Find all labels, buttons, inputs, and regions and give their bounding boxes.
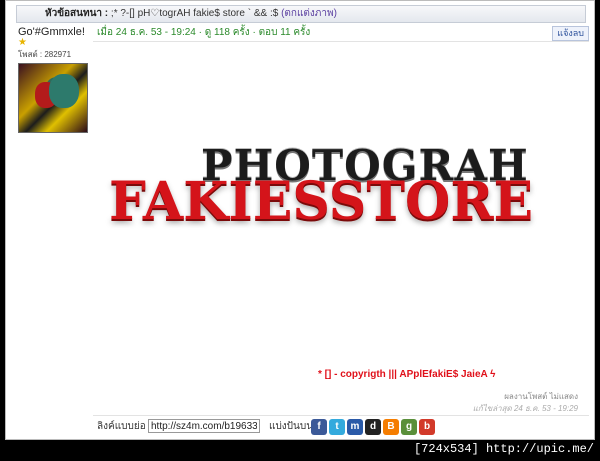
twitter-icon[interactable]: t — [329, 419, 345, 435]
topic-bar: หัวข้อสนทนา : ;* ?-[] pH♡togrAH fakie$ s… — [16, 5, 586, 23]
author-panel: Go'#Gmmxle! ★ โพสต์ : 282971 — [18, 26, 93, 133]
post-meta: เมื่อ 24 ธ.ค. 53 - 19:24 · ดู 118 ครั้ง … — [97, 27, 311, 38]
signature-meta-line2: แก้ไขล่าสุด 24 ธ.ค. 53 - 19:29 — [472, 404, 578, 413]
short-link-input[interactable] — [148, 419, 260, 433]
topic-title: ;* ?-[] pH♡togrAH fakie$ store ` && :$ — [110, 8, 279, 19]
facebook-icon[interactable]: f — [311, 419, 327, 435]
share-label: แบ่งปันบน — [269, 421, 314, 432]
myspace-icon[interactable]: m — [347, 419, 363, 435]
author-name[interactable]: Go'#Gmmxle! — [18, 26, 93, 38]
short-link-bar: ลิงค์แบบย่อ แบ่งปันบน f t m d B g b — [93, 415, 589, 438]
banner-line2: FAKIESSTORE — [109, 171, 534, 232]
post-banner-image: PHOTOGRAH FAKIESSTORE — [101, 131, 591, 241]
signature-meta: ผลงานโพสต์ ไม่แสดง แก้ไขล่าสุด 24 ธ.ค. 5… — [473, 391, 578, 415]
short-link-label: ลิงค์แบบย่อ — [97, 421, 146, 432]
delicious-icon[interactable]: d — [365, 419, 381, 435]
topic-label: หัวข้อสนทนา : — [45, 8, 109, 19]
report-delete-button[interactable]: แจ้งลบ — [552, 26, 589, 41]
google-icon[interactable]: g — [401, 419, 417, 435]
author-post-count: โพสต์ : 282971 — [18, 50, 72, 59]
share-icons: f t m d B g b — [311, 419, 435, 435]
signature-meta-line1: ผลงานโพสต์ ไม่แสดง — [504, 392, 578, 401]
avatar[interactable] — [18, 63, 88, 133]
topic-category-link[interactable]: (ตกแต่งภาพ) — [281, 8, 337, 19]
buzz-icon[interactable]: b — [419, 419, 435, 435]
post-frame: หัวข้อสนทนา : ;* ?-[] pH♡togrAH fakie$ s… — [5, 0, 595, 440]
post-header: เมื่อ 24 ธ.ค. 53 - 19:24 · ดู 118 ครั้ง … — [93, 25, 589, 42]
blogger-icon[interactable]: B — [383, 419, 399, 435]
rank-star-icon: ★ — [18, 37, 27, 48]
image-host-credit: [724x534] http://upic.me/ — [413, 442, 594, 456]
signature-copyright: * [] - copyrigth ||| APplEfakiE$ JaieA ϟ — [318, 369, 496, 380]
